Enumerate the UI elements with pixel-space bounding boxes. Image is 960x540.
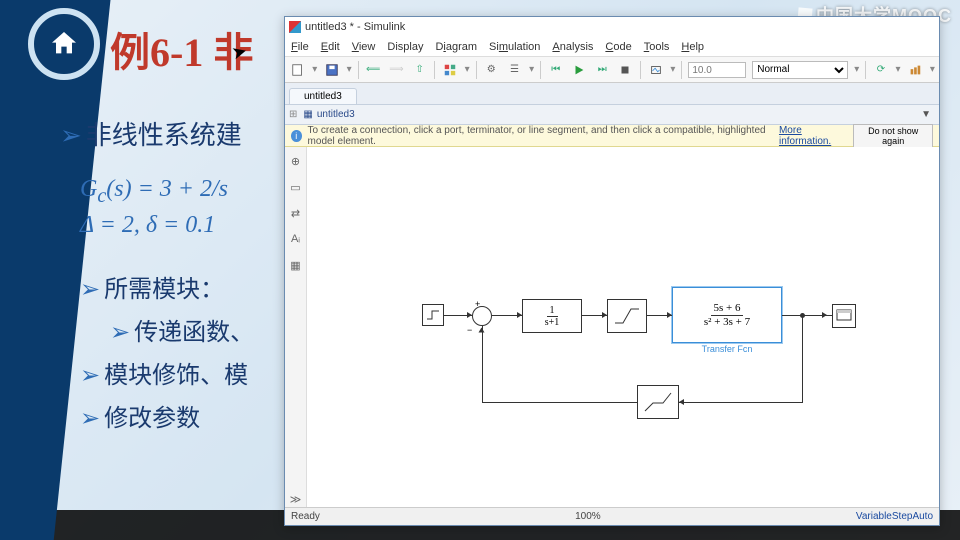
info-dismiss-button[interactable]: Do not show again [853, 124, 933, 148]
home-badge[interactable] [28, 8, 100, 80]
back-button[interactable]: ⟸ [365, 61, 382, 79]
breadcrumb-item[interactable]: ▦ untitled3 [303, 109, 354, 120]
breadcrumb-dropdown-icon[interactable]: ▼ [921, 109, 931, 120]
formula-block: Gc(s) = 3 + 2/s Δ = 2, δ = 0.1 [80, 176, 254, 239]
forward-button[interactable]: ⟹ [388, 61, 405, 79]
sum-plus: + [475, 299, 480, 309]
simulink-app-icon [289, 21, 301, 33]
info-icon: i [291, 130, 302, 142]
up-button[interactable]: ⇧ [411, 61, 428, 79]
viewmark-icon[interactable]: ▦ [288, 257, 304, 273]
sum-minus: − [467, 325, 472, 335]
breadcrumb-bar: ⊞ ▦ untitled3 ▼ [285, 105, 939, 125]
breadcrumb-back-icon[interactable]: ⊞ [289, 109, 297, 120]
library-browser-button[interactable] [441, 61, 458, 79]
window-title: untitled3 * - Simulink [305, 21, 405, 33]
menu-code[interactable]: Code [605, 41, 631, 53]
status-zoom: 100% [575, 511, 601, 522]
info-bar: i To create a connection, click a port, … [285, 125, 939, 147]
sub-needed-modules: ➢所需模块： [80, 269, 254, 304]
toggle-explorer-icon[interactable]: ⇄ [288, 205, 304, 221]
chevron-icon: ➢ [60, 120, 82, 150]
workspace: ⊕ ▭ ⇄ Aᵢ ▦ ≫ + − 1s+1 [285, 147, 939, 507]
menu-display[interactable]: Display [387, 41, 423, 53]
menu-simulation[interactable]: Simulation [489, 41, 540, 53]
step-block[interactable] [422, 304, 444, 326]
build-button[interactable] [907, 61, 924, 79]
model-tabstrip: untitled3 [285, 83, 939, 105]
new-model-button[interactable] [289, 61, 306, 79]
step-back-button[interactable]: ⏮ [547, 61, 564, 79]
home-icon [48, 28, 80, 60]
canvas[interactable]: + − 1s+1 5s + 6s² + 3s + 7 Transfer Fcn [307, 147, 939, 507]
palette: ⊕ ▭ ⇄ Aᵢ ▦ ≫ [285, 147, 307, 507]
menu-tools[interactable]: Tools [644, 41, 670, 53]
menu-analysis[interactable]: Analysis [552, 41, 593, 53]
menu-file[interactable]: File [291, 41, 309, 53]
model-explorer-button[interactable]: ☰ [506, 61, 523, 79]
run-button[interactable] [570, 61, 587, 79]
record-button[interactable] [647, 61, 664, 79]
transfer-fcn-label: Transfer Fcn [673, 344, 781, 354]
model-tab[interactable]: untitled3 [289, 88, 357, 104]
status-ready: Ready [291, 511, 320, 522]
stop-button[interactable] [617, 61, 634, 79]
model-config-button[interactable]: ⚙ [483, 61, 500, 79]
model-icon: ▦ [303, 109, 312, 120]
formula-line1: Gc(s) = 3 + 2/s [80, 176, 254, 208]
step-forward-button[interactable]: ⏭ [594, 61, 611, 79]
info-more-link[interactable]: More information. [779, 125, 847, 147]
zoom-in-icon[interactable]: ⊕ [288, 153, 304, 169]
save-button[interactable] [323, 61, 340, 79]
formula-line2: Δ = 2, δ = 0.1 [80, 212, 254, 239]
saturation-block[interactable] [607, 299, 647, 333]
slide-body: ➢非线性系统建 Gc(s) = 3 + 2/s Δ = 2, δ = 0.1 ➢… [60, 115, 254, 441]
branch-node [800, 313, 805, 318]
tf1-block[interactable]: 1s+1 [522, 299, 582, 333]
annotate-icon[interactable]: Aᵢ [288, 231, 304, 247]
statusbar: Ready 100% VariableStepAuto [285, 507, 939, 525]
simulink-window: untitled3 * - Simulink File Edit View Di… [284, 16, 940, 526]
titlebar[interactable]: untitled3 * - Simulink [285, 17, 939, 37]
sub-decorate: ➢模块修饰、模 [80, 355, 254, 390]
fit-view-icon[interactable]: ▭ [288, 179, 304, 195]
scroll-icon[interactable]: ≫ [288, 491, 304, 507]
bullet-main: ➢非线性系统建 [60, 115, 254, 152]
sub-bullets: ➢所需模块： ➢传递函数、 ➢模块修饰、模 ➢修改参数 [80, 269, 254, 433]
menu-edit[interactable]: Edit [321, 41, 340, 53]
menu-diagram[interactable]: Diagram [435, 41, 477, 53]
sum-block[interactable] [472, 306, 492, 326]
menu-view[interactable]: View [352, 41, 376, 53]
menubar: File Edit View Display Diagram Simulatio… [285, 37, 939, 57]
deadzone-block[interactable] [637, 385, 679, 419]
stop-time-field[interactable]: 10.0 [688, 62, 746, 78]
fast-restart-button[interactable]: ⟳ [872, 61, 889, 79]
info-message: To create a connection, click a port, te… [308, 125, 773, 147]
sub-transfer: ➢传递函数、 [110, 312, 254, 347]
sim-mode-select[interactable]: Normal [752, 61, 848, 79]
menu-help[interactable]: Help [681, 41, 704, 53]
scope-block[interactable] [832, 304, 856, 328]
transfer-fcn-block[interactable]: 5s + 6s² + 3s + 7 Transfer Fcn [672, 287, 782, 343]
toolbar: ▾ ▾ ⟸ ⟹ ⇧ ▾ ⚙ ☰ ▾ ⏮ ⏭ ▾ 10.0 Normal ▾ ⟳ … [285, 57, 939, 83]
sub-params: ➢修改参数 [80, 398, 254, 433]
status-solver: VariableStepAuto [856, 511, 933, 522]
